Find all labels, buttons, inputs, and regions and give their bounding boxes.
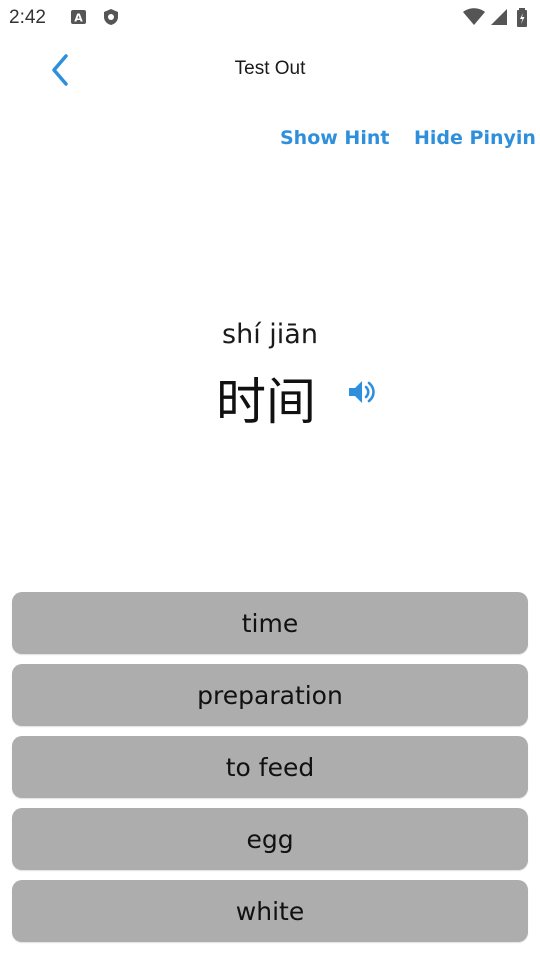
answer-list: time preparation to feed egg white	[12, 592, 528, 952]
page-title: Test Out	[234, 58, 306, 79]
show-hint-button[interactable]: Show Hint	[280, 127, 389, 149]
hanzi-text: 时间	[216, 373, 316, 431]
signal-icon	[490, 8, 508, 26]
answer-button-preparation[interactable]: preparation	[12, 664, 528, 726]
battery-icon	[516, 8, 528, 27]
wifi-icon	[462, 8, 486, 26]
status-time: 2:42	[9, 7, 46, 28]
answer-button-to-feed[interactable]: to feed	[12, 736, 528, 798]
pinyin-text: shí jiān	[222, 319, 318, 350]
a-icon: A	[70, 8, 88, 26]
answer-button-time[interactable]: time	[12, 592, 528, 654]
shield-icon	[102, 8, 120, 26]
answer-button-white[interactable]: white	[12, 880, 528, 942]
hide-pinyin-button[interactable]: Hide Pinyin	[414, 127, 536, 149]
answer-button-egg[interactable]: egg	[12, 808, 528, 870]
speaker-icon[interactable]	[346, 376, 378, 408]
svg-text:A: A	[74, 12, 83, 25]
status-bar: 2:42 A	[0, 0, 540, 36]
app-bar: Test Out	[0, 36, 540, 106]
